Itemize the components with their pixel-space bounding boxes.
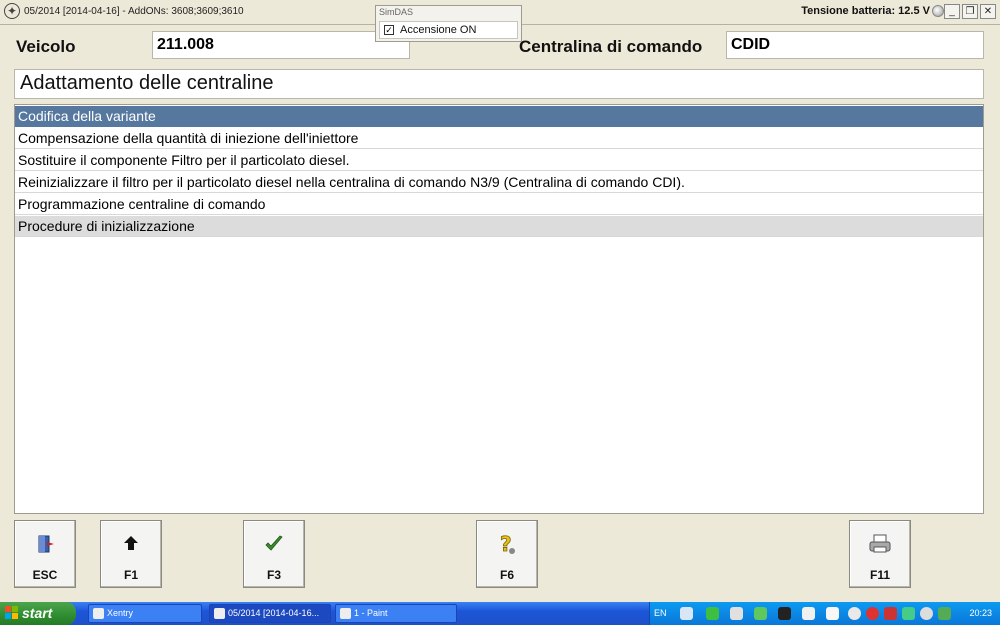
- device-icon[interactable]: [730, 607, 743, 620]
- f1-label: F1: [123, 568, 138, 582]
- clock: 20:23: [969, 608, 992, 618]
- f6-button[interactable]: ? F6: [476, 520, 538, 588]
- task-xentry[interactable]: Xentry: [88, 604, 202, 623]
- update-icon[interactable]: [938, 607, 951, 620]
- f11-label: F11: [869, 568, 890, 582]
- paint-app-icon: [340, 608, 351, 619]
- mercedes-star-icon: ✦: [4, 3, 20, 19]
- system-tray: EN 20:23: [649, 602, 1000, 625]
- f3-button[interactable]: F3: [243, 520, 305, 588]
- sync-icon[interactable]: [706, 607, 719, 620]
- list-item[interactable]: Sostituire il componente Filtro per il p…: [15, 150, 983, 171]
- security-icon[interactable]: [866, 607, 879, 620]
- start-label: start: [22, 605, 53, 621]
- task-paint[interactable]: 1 - Paint: [335, 604, 457, 623]
- list-item[interactable]: Codifica della variante: [15, 106, 983, 127]
- safely-remove-icon[interactable]: [902, 607, 915, 620]
- f11-button[interactable]: F11: [849, 520, 911, 588]
- task-xentry-window[interactable]: 05/2014 [2014-04-16...: [209, 604, 331, 623]
- ecu-field: CDID: [726, 31, 984, 59]
- mercedes-app-icon: [214, 608, 225, 619]
- f3-label: F3: [266, 568, 281, 582]
- minimize-button[interactable]: _: [944, 4, 960, 19]
- volume-icon[interactable]: [920, 607, 933, 620]
- procedure-list: Codifica della variante Compensazione de…: [14, 104, 984, 514]
- list-item[interactable]: Procedure di inizializzazione: [15, 216, 983, 237]
- restore-button[interactable]: ❐: [962, 4, 978, 19]
- start-button[interactable]: start: [0, 602, 76, 625]
- alert-icon[interactable]: [802, 607, 815, 620]
- battery-voltage: Tensione batteria: 12.5 V: [801, 5, 930, 17]
- windows-flag-icon: [5, 606, 18, 619]
- list-item[interactable]: Reinizializzare il filtro per il partico…: [15, 172, 983, 193]
- esc-button[interactable]: ESC: [14, 520, 76, 588]
- terminal-icon[interactable]: [778, 607, 791, 620]
- chevron-left-icon[interactable]: [848, 607, 861, 620]
- esc-label: ESC: [32, 568, 58, 582]
- up-arrow-icon: [101, 533, 161, 559]
- vehicle-field: 211.008: [152, 31, 410, 59]
- checkmark-icon: [244, 533, 304, 561]
- vehicle-label: Veicolo: [16, 37, 76, 56]
- ignition-label: Accensione ON: [400, 24, 477, 36]
- simdas-caption: SimDAS: [379, 7, 414, 17]
- section-title: Adattamento delle centraline: [14, 69, 984, 99]
- task-label: 1 - Paint: [354, 608, 388, 618]
- ignition-on-row[interactable]: ✓ Accensione ON: [379, 21, 518, 39]
- task-label: Xentry: [107, 608, 134, 618]
- ecu-label: Centralina di comando: [519, 37, 703, 56]
- exit-door-icon: [15, 533, 75, 561]
- simdas-panel: SimDAS ✓ Accensione ON: [375, 5, 522, 42]
- xentry-app-icon: [93, 608, 104, 619]
- list-item[interactable]: Programmazione centraline di comando: [15, 194, 983, 215]
- help-question-icon: ?: [477, 532, 537, 563]
- wireless-icon[interactable]: [884, 607, 897, 620]
- minimize-tray-icon[interactable]: [826, 607, 839, 620]
- ignition-checkbox[interactable]: ✓: [384, 25, 394, 35]
- f1-button[interactable]: F1: [100, 520, 162, 588]
- battery-status-icon: [932, 5, 944, 17]
- window-title: 05/2014 [2014-04-16] - AddONs: 3608;3609…: [24, 6, 244, 17]
- f6-label: F6: [499, 568, 514, 582]
- list-item[interactable]: Compensazione della quantità di iniezion…: [15, 128, 983, 149]
- taskbar: start Xentry 05/2014 [2014-04-16... 1 - …: [0, 602, 1000, 625]
- network-icon[interactable]: [754, 607, 767, 620]
- task-label: 05/2014 [2014-04-16...: [228, 608, 320, 618]
- close-button[interactable]: ✕: [980, 4, 996, 19]
- printer-icon: [850, 533, 910, 561]
- language-indicator[interactable]: EN: [654, 608, 667, 618]
- keyboard-icon[interactable]: [680, 607, 693, 620]
